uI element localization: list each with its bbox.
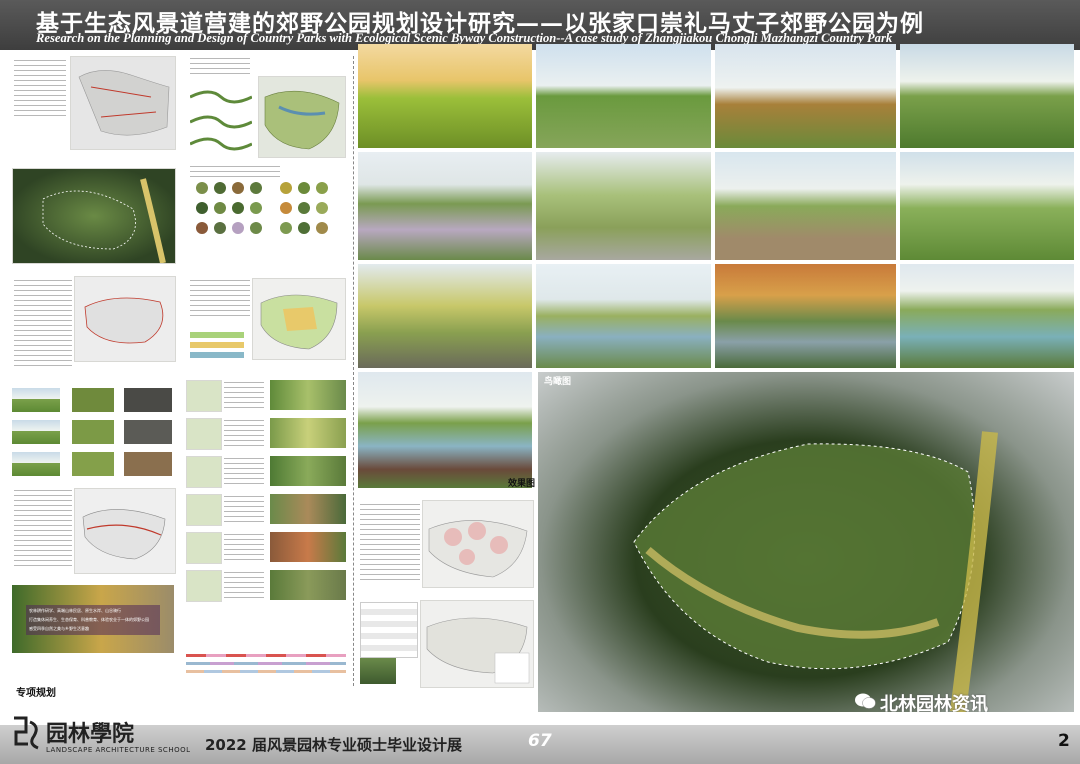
text-block <box>14 490 72 570</box>
page-number: 2 <box>1058 731 1070 751</box>
seasonal-timeline <box>186 650 346 686</box>
effect-image-13 <box>358 372 532 488</box>
exhibition-title: 2022 届风景园林专业硕士毕业设计展 <box>205 736 462 754</box>
vegetation-map <box>258 76 346 158</box>
school-name: 园林學院 <box>46 721 135 747</box>
activity-map <box>422 500 534 588</box>
node-design-list <box>186 380 346 640</box>
analysis-column-1: 农林耕作研学、高端山林民居、原生水岸、山谷骑行 打造集休闲养生、生态保育、科普教… <box>8 50 180 699</box>
location-map <box>70 56 176 150</box>
facility-map <box>420 600 534 688</box>
aerial-view-drawing <box>633 431 998 712</box>
effect-image-1 <box>358 44 532 148</box>
wechat-icon <box>854 692 876 710</box>
effect-image-9 <box>358 264 532 368</box>
school-name-en: LANDSCAPE ARCHITECTURE SCHOOL <box>46 746 191 754</box>
route-plan-map <box>74 488 176 574</box>
text-block <box>14 60 66 120</box>
poster-header: 基于生态风景道营建的郊野公园规划设计研究——以张家口崇礼马丈子郊野公园为例 Re… <box>0 0 1080 50</box>
text-block <box>360 504 420 584</box>
effect-image-7 <box>715 152 896 260</box>
effect-image-4 <box>900 44 1074 148</box>
zoning-map <box>252 278 346 360</box>
text-block <box>14 280 72 370</box>
effect-image-3 <box>715 44 896 148</box>
effects-caption: 效果图 <box>508 479 536 489</box>
theme-banner-overlay: 农林耕作研学、高端山林民居、原生水岸、山谷骑行 打造集休闲养生、生态保育、科普教… <box>26 605 160 635</box>
theme-banner: 农林耕作研学、高端山林民居、原生水岸、山谷骑行 打造集休闲养生、生态保育、科普教… <box>12 585 174 653</box>
current-status-map <box>74 276 176 362</box>
analysis-column-3 <box>356 492 536 690</box>
school-logo-icon <box>14 716 39 750</box>
exhibition-number: 67 <box>528 731 552 751</box>
text-block <box>190 166 280 178</box>
aerial-view <box>538 372 1074 712</box>
aerial-caption: 鸟瞰图 <box>544 377 572 387</box>
effect-image-6 <box>536 152 711 260</box>
effect-image-11 <box>715 264 896 368</box>
effects-gallery <box>358 44 1074 374</box>
text-block <box>190 280 250 320</box>
effect-image-8 <box>900 152 1074 260</box>
location-map-drawing <box>78 70 170 136</box>
slogan-line-1: 农林耕作研学、高端山林民居、原生水岸、山谷骑行 <box>29 608 121 613</box>
effect-image-12 <box>900 264 1074 368</box>
site-satellite-image <box>12 168 176 264</box>
analysis-column-2 <box>182 50 350 690</box>
column-divider <box>353 56 354 686</box>
special-planning-caption: 专项规划 <box>16 688 56 699</box>
facility-photo <box>360 658 396 684</box>
status-photos-grid <box>12 388 174 478</box>
facility-table <box>360 602 418 658</box>
zoning-legend <box>190 332 244 368</box>
effect-image-5 <box>358 152 532 260</box>
plant-species-grid <box>192 182 342 254</box>
effect-image-2 <box>536 44 711 148</box>
text-block <box>190 58 250 78</box>
slogan-line-2: 打造集休闲养生、生态保育、科普教育、体验农业于一体的郊野公园 <box>29 617 149 622</box>
effect-image-10 <box>536 264 711 368</box>
slogan-line-3: 感受四季自然之美与乡野生活意趣 <box>29 626 89 631</box>
section-sketches <box>189 82 253 152</box>
